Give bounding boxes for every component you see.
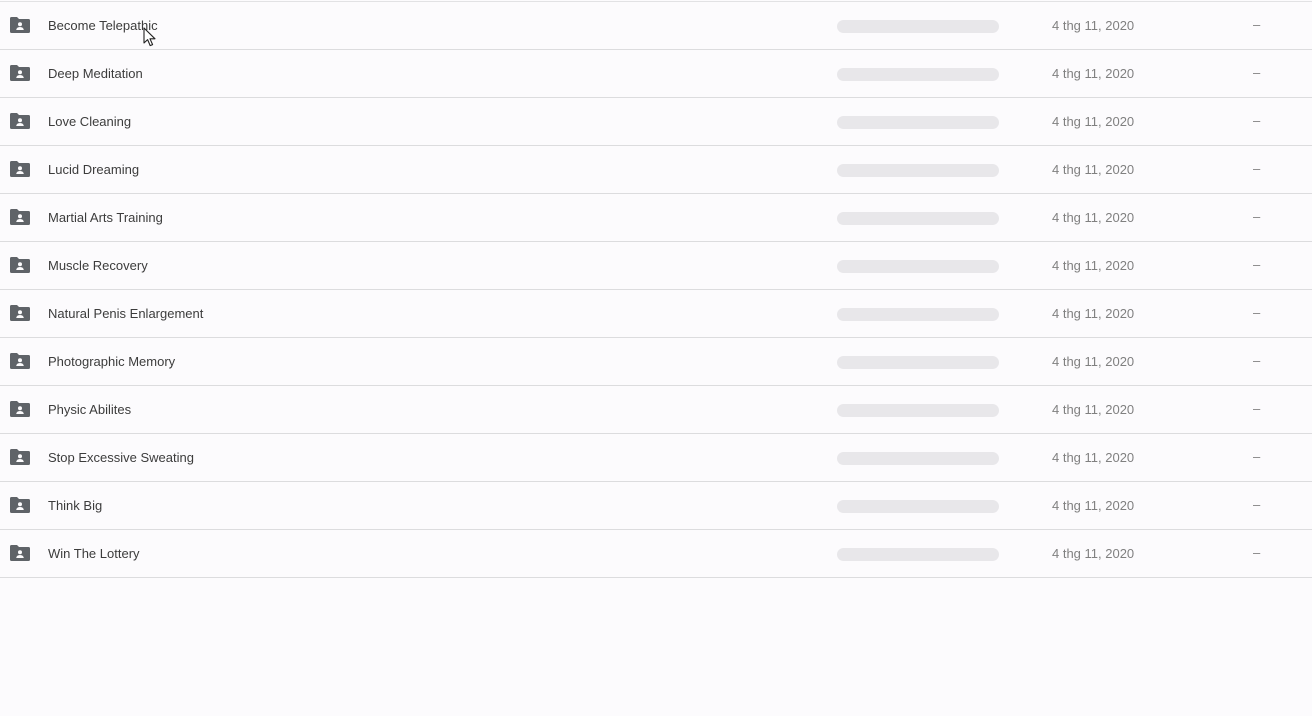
file-row[interactable]: Think Big 4 thg 11, 2020 – [0,482,1312,530]
file-name: Win The Lottery [48,546,140,561]
file-size: – [1253,545,1261,560]
file-row[interactable]: Become Telepathic 4 thg 11, 2020 – [0,2,1312,50]
shared-folder-icon [10,257,30,273]
file-name: Deep Meditation [48,66,143,81]
file-size: – [1253,161,1261,176]
modified-date: 4 thg 11, 2020 [1052,354,1135,369]
file-row[interactable]: Photographic Memory 4 thg 11, 2020 – [0,338,1312,386]
file-size: – [1253,17,1261,32]
file-name: Stop Excessive Sweating [48,450,194,465]
file-row[interactable]: Physic Abilites 4 thg 11, 2020 – [0,386,1312,434]
file-name: Natural Penis Enlargement [48,306,204,321]
modified-date: 4 thg 11, 2020 [1052,66,1135,81]
owner-placeholder [837,356,999,369]
file-name: Photographic Memory [48,354,176,369]
shared-folder-icon [10,545,30,561]
modified-date: 4 thg 11, 2020 [1052,450,1135,465]
file-size: – [1253,209,1261,224]
modified-date: 4 thg 11, 2020 [1052,498,1135,513]
file-name: Love Cleaning [48,114,132,129]
file-name: Think Big [48,498,103,513]
shared-folder-icon [10,113,30,129]
owner-placeholder [837,500,999,513]
modified-date: 4 thg 11, 2020 [1052,306,1135,321]
shared-folder-icon [10,209,30,225]
owner-placeholder [837,116,999,129]
file-size: – [1253,257,1261,272]
file-row[interactable]: Lucid Dreaming 4 thg 11, 2020 – [0,146,1312,194]
file-size: – [1253,401,1261,416]
owner-placeholder [837,212,999,225]
file-row[interactable]: Martial Arts Training 4 thg 11, 2020 – [0,194,1312,242]
shared-folder-icon [10,161,30,177]
file-row[interactable]: Natural Penis Enlargement 4 thg 11, 2020… [0,290,1312,338]
file-size: – [1253,113,1261,128]
file-row[interactable]: Win The Lottery 4 thg 11, 2020 – [0,530,1312,578]
file-size: – [1253,305,1261,320]
file-size: – [1253,353,1261,368]
modified-date: 4 thg 11, 2020 [1052,258,1135,273]
shared-folder-icon [10,401,30,417]
shared-folder-icon [10,353,30,369]
file-row[interactable]: Stop Excessive Sweating 4 thg 11, 2020 – [0,434,1312,482]
file-size: – [1253,65,1261,80]
file-list: Become Telepathic 4 thg 11, 2020 – Deep … [0,1,1312,578]
file-name: Martial Arts Training [48,210,163,225]
file-row[interactable]: Muscle Recovery 4 thg 11, 2020 – [0,242,1312,290]
file-size: – [1253,497,1261,512]
owner-placeholder [837,404,999,417]
file-name: Muscle Recovery [48,258,148,273]
shared-folder-icon [10,449,30,465]
file-name: Physic Abilites [48,402,132,417]
owner-placeholder [837,164,999,177]
owner-placeholder [837,68,999,81]
modified-date: 4 thg 11, 2020 [1052,210,1135,225]
file-size: – [1253,449,1261,464]
shared-folder-icon [10,17,30,33]
owner-placeholder [837,548,999,561]
modified-date: 4 thg 11, 2020 [1052,114,1135,129]
shared-folder-icon [10,305,30,321]
owner-placeholder [837,20,999,33]
owner-placeholder [837,308,999,321]
modified-date: 4 thg 11, 2020 [1052,546,1135,561]
shared-folder-icon [10,65,30,81]
file-name: Become Telepathic [48,18,158,33]
shared-folder-icon [10,497,30,513]
file-name: Lucid Dreaming [48,162,140,177]
owner-placeholder [837,452,999,465]
file-row[interactable]: Deep Meditation 4 thg 11, 2020 – [0,50,1312,98]
modified-date: 4 thg 11, 2020 [1052,162,1135,177]
modified-date: 4 thg 11, 2020 [1052,402,1135,417]
file-row[interactable]: Love Cleaning 4 thg 11, 2020 – [0,98,1312,146]
owner-placeholder [837,260,999,273]
modified-date: 4 thg 11, 2020 [1052,18,1135,33]
